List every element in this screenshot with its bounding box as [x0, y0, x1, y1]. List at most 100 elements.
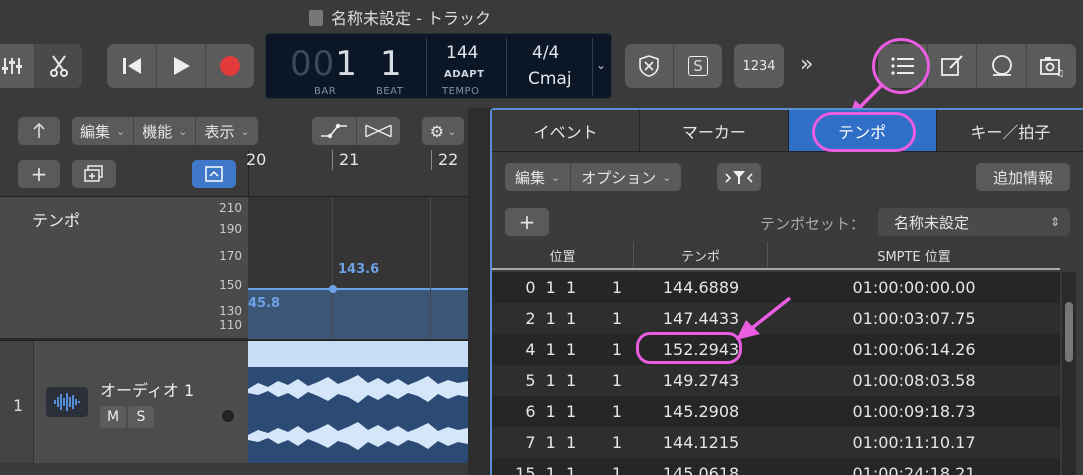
menu-view[interactable]: 表示 ⌄ — [195, 117, 257, 145]
track-header-bar: + — [0, 154, 248, 196]
edit-tools-group — [0, 44, 82, 88]
tempo-scale-110: 110 — [219, 318, 242, 332]
mode-buttons: S — [625, 44, 722, 88]
list-scrollbar[interactable] — [1062, 272, 1076, 475]
tempo-scale-130: 130 — [219, 304, 242, 318]
menu-functions[interactable]: 機能 ⌄ — [133, 117, 195, 145]
filter-button[interactable] — [717, 163, 761, 191]
tab-markers[interactable]: マーカー — [640, 110, 789, 152]
menu-edit[interactable]: 編集 ⌄ — [72, 117, 133, 145]
global-tracks-button[interactable] — [192, 160, 236, 188]
transport-controls — [107, 44, 254, 88]
tempo-curve-fill — [248, 289, 468, 339]
count-in-button[interactable]: 1234 — [734, 44, 784, 88]
list-row[interactable]: 15 1 1 1 145.0618 01:00:24:18.21 — [492, 458, 1060, 475]
audio-region[interactable] — [248, 340, 468, 463]
tempo-point[interactable] — [329, 285, 337, 293]
tab-highlight-ring — [812, 112, 916, 152]
row-smpte: 01:00:09:18.73 — [852, 402, 976, 421]
row-smpte: 01:00:06:14.26 — [852, 340, 976, 359]
track-number: 1 — [13, 396, 24, 415]
list-row[interactable]: 5 1 1 1 149.2743 01:00:08:03.58 — [492, 365, 1060, 396]
back-button[interactable] — [18, 117, 60, 145]
row-position: 2 1 1 1 — [525, 309, 622, 328]
record-button[interactable] — [205, 44, 254, 88]
tab-key-signature[interactable]: キー／拍子 — [936, 110, 1083, 152]
waveform-icon — [46, 387, 88, 417]
row-smpte: 01:00:03:07.75 — [852, 309, 976, 328]
panel-divider[interactable] — [468, 108, 490, 475]
tempo-line — [248, 288, 468, 290]
tempo-lane[interactable]: 143.6 45.8 — [248, 196, 468, 339]
gear-icon: ⚙ — [429, 121, 445, 141]
list-menu-edit[interactable]: 編集 ⌄ — [505, 163, 570, 191]
automation-curve-icon — [321, 123, 347, 139]
tab-events[interactable]: イベント — [492, 110, 641, 152]
play-button[interactable] — [156, 44, 205, 88]
solo-button[interactable]: S — [673, 44, 722, 88]
add-track-button[interactable]: + — [18, 160, 60, 188]
list-row[interactable]: 7 1 1 1 144.1215 01:00:11:10.17 — [492, 427, 1060, 458]
value-highlight-ring — [636, 332, 742, 364]
track-solo-button[interactable]: S — [128, 406, 154, 428]
loop-browser-button[interactable] — [976, 44, 1026, 88]
mute-button[interactable]: M — [100, 406, 126, 428]
filter-icon — [725, 171, 753, 184]
tempo-track-header[interactable]: テンポ 210 190 170 150 130 110 — [0, 196, 248, 338]
tempo-scale-170: 170 — [219, 249, 242, 263]
settings-button[interactable]: ⚙ ⌄ — [422, 117, 464, 145]
list-menu-group: 編集 ⌄ オプション ⌄ — [505, 163, 682, 191]
title-toolbar: 名称未設定 - トラック 001 1 BAR BEAT 144 ADAPT TE… — [0, 0, 1083, 118]
ruler-bar-21: 21 — [339, 150, 360, 169]
row-tempo: 145.2908 — [662, 402, 740, 421]
row-position: 15 1 1 1 — [515, 464, 622, 475]
lcd-bar: 001 — [290, 44, 358, 84]
lcd-tempo-label: TEMPO — [442, 86, 480, 97]
col-tempo[interactable]: テンポ — [634, 242, 768, 268]
go-to-beginning-icon — [122, 58, 141, 74]
audio-track-header[interactable]: 1 オーディオ 1 M S — [0, 340, 248, 464]
replace-shield-icon — [639, 55, 659, 77]
list-editor-panel: イベント マーカー テンポ キー／拍子 編集 ⌄ オプション ⌄ 追加情報 + テン… — [490, 108, 1083, 475]
automation-button[interactable] — [312, 117, 356, 145]
list-editor-tabs: イベント マーカー テンポ キー／拍子 — [492, 110, 1083, 152]
go-to-beginning-button[interactable] — [107, 44, 156, 88]
tempo-track-label: テンポ — [32, 211, 81, 230]
col-position[interactable]: 位置 — [492, 242, 634, 268]
col-smpte[interactable]: SMPTE 位置 — [768, 242, 1060, 268]
tempo-set-select[interactable]: 名称未設定 ⇕ — [878, 208, 1070, 236]
tracks-toolbar: 編集 ⌄ 機能 ⌄ 表示 ⌄ ⚙ ⌄ — [0, 108, 480, 154]
more-info-button[interactable]: 追加情報 — [976, 163, 1070, 191]
sliders-icon[interactable] — [0, 44, 34, 88]
media-browser-button[interactable]: ♫ — [1026, 44, 1076, 88]
tempo-point-value: 143.6 — [338, 262, 380, 277]
row-tempo: 145.0618 — [662, 464, 740, 475]
timeline-ruler[interactable]: 20 21 22 — [246, 150, 468, 196]
lcd-tempo-mode: ADAPT — [444, 69, 485, 80]
row-position: 7 1 1 1 — [525, 433, 622, 452]
plus-icon: + — [518, 210, 536, 234]
lcd-beat: 1 — [380, 44, 403, 84]
row-smpte: 01:00:24:18.21 — [852, 464, 976, 475]
more-toolbar-icon[interactable]: » — [800, 52, 813, 77]
lcd-display[interactable]: 001 1 BAR BEAT 144 ADAPT TEMPO 4/4 Cmaj … — [265, 33, 612, 99]
record-icon — [220, 56, 240, 76]
add-tempo-button[interactable]: + — [505, 208, 549, 236]
duplicate-track-button[interactable] — [72, 160, 116, 188]
list-menu-options[interactable]: オプション ⌄ — [570, 163, 681, 191]
play-icon — [174, 57, 190, 75]
record-enable-button[interactable] — [222, 410, 234, 422]
svg-text:♫: ♫ — [1056, 69, 1064, 78]
scissors-icon[interactable] — [34, 44, 82, 88]
flex-button[interactable] — [356, 117, 400, 145]
row-tempo: 144.1215 — [662, 433, 740, 452]
scrollbar-thumb[interactable] — [1065, 302, 1073, 362]
list-row[interactable]: 6 1 1 1 145.2908 01:00:09:18.73 — [492, 396, 1060, 427]
tracks-footer — [0, 463, 480, 475]
plus-icon: + — [30, 162, 48, 186]
lcd-key: Cmaj — [528, 69, 572, 89]
replace-mode-button[interactable] — [625, 44, 673, 88]
lcd-menu-chevron-icon[interactable]: ⌄ — [596, 58, 606, 72]
list-column-header: 位置 テンポ SMPTE 位置 — [492, 242, 1060, 270]
notepad-button[interactable] — [927, 44, 976, 88]
